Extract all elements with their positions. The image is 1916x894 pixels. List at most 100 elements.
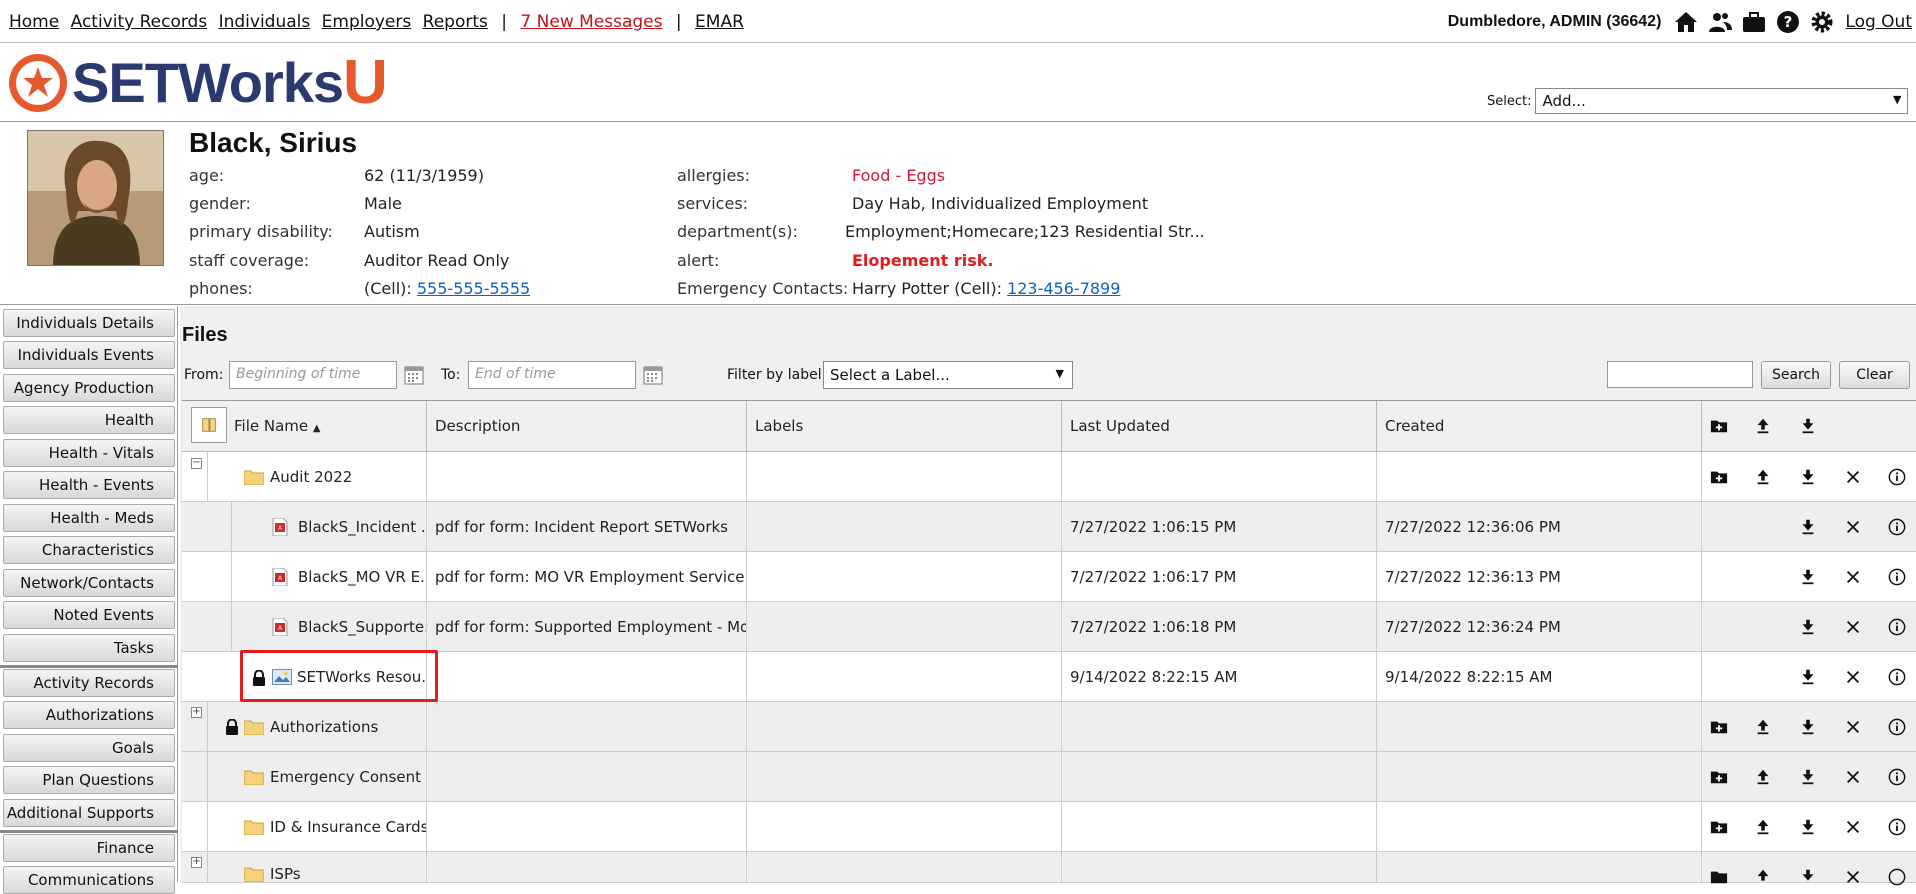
- column-header-labels[interactable]: Labels: [746, 401, 1061, 452]
- delete-icon[interactable]: [1842, 516, 1864, 538]
- delete-icon[interactable]: [1842, 716, 1864, 738]
- logout-link[interactable]: Log Out: [1845, 12, 1912, 32]
- nav-employers-link[interactable]: Employers: [322, 12, 412, 32]
- download-icon[interactable]: [1797, 566, 1819, 588]
- expand-icon[interactable]: +: [191, 857, 202, 868]
- add-folder-icon[interactable]: [1708, 866, 1730, 888]
- expand-icon[interactable]: +: [191, 707, 202, 718]
- upload-icon[interactable]: [1752, 716, 1774, 738]
- collapse-icon[interactable]: −: [191, 458, 202, 469]
- briefcase-icon[interactable]: [1740, 8, 1768, 36]
- delete-icon[interactable]: [1842, 766, 1864, 788]
- sidebar-item-plan-questions[interactable]: Plan Questions: [3, 766, 175, 794]
- info-icon[interactable]: [1886, 766, 1908, 788]
- label-filter-dropdown[interactable]: Select a Label... ▼: [823, 361, 1073, 389]
- sidebar-item-characteristics[interactable]: Characteristics: [3, 536, 175, 564]
- help-icon[interactable]: ?: [1774, 8, 1802, 36]
- from-date-input[interactable]: Beginning of time: [229, 361, 397, 389]
- info-icon[interactable]: [1886, 716, 1908, 738]
- file-name-cell[interactable]: Emergency Consent ...: [207, 752, 426, 802]
- home-icon[interactable]: [1672, 8, 1700, 36]
- info-icon[interactable]: [1886, 616, 1908, 638]
- to-date-input[interactable]: End of time: [468, 361, 636, 389]
- download-icon[interactable]: [1797, 666, 1819, 688]
- info-icon[interactable]: [1886, 516, 1908, 538]
- sidebar-item-agency-production[interactable]: Agency Production: [3, 374, 175, 402]
- column-header-created[interactable]: Created: [1376, 401, 1701, 452]
- sidebar-item-tasks[interactable]: Tasks: [3, 634, 175, 662]
- upload-icon[interactable]: [1752, 415, 1774, 437]
- search-input[interactable]: [1607, 361, 1753, 388]
- add-folder-icon[interactable]: [1708, 816, 1730, 838]
- table-row[interactable]: Emergency Consent ...: [182, 752, 1916, 802]
- add-select-dropdown[interactable]: Add... ▼: [1535, 88, 1909, 114]
- add-folder-icon[interactable]: [1708, 716, 1730, 738]
- phone-link[interactable]: 555-555-5555: [417, 279, 530, 298]
- file-name-cell[interactable]: BlackS_MO VR E...: [231, 552, 426, 602]
- download-icon[interactable]: [1797, 816, 1819, 838]
- delete-icon[interactable]: [1842, 866, 1864, 888]
- info-icon[interactable]: [1886, 566, 1908, 588]
- sidebar-item-communications[interactable]: Communications: [3, 866, 175, 894]
- sidebar-item-health-events[interactable]: Health - Events: [3, 471, 175, 499]
- info-icon[interactable]: [1886, 466, 1908, 488]
- sidebar-item-individuals-details[interactable]: Individuals Details: [3, 309, 175, 337]
- delete-icon[interactable]: [1842, 466, 1864, 488]
- sidebar-item-individuals-events[interactable]: Individuals Events: [3, 341, 175, 369]
- sidebar-item-health-vitals[interactable]: Health - Vitals: [3, 439, 175, 467]
- sidebar-item-authorizations[interactable]: Authorizations: [3, 701, 175, 729]
- table-row[interactable]: SETWorks Resou... 9/14/2022 8:22:15 AM 9…: [182, 652, 1916, 702]
- info-icon[interactable]: [1886, 866, 1908, 888]
- upload-icon[interactable]: [1752, 766, 1774, 788]
- info-icon[interactable]: [1886, 816, 1908, 838]
- delete-icon[interactable]: [1842, 666, 1864, 688]
- nav-emar-link[interactable]: EMAR: [695, 12, 744, 32]
- file-name-cell[interactable]: BlackS_Supporte...: [231, 602, 426, 652]
- file-name-cell[interactable]: ID & Insurance Cards: [207, 802, 426, 852]
- download-icon[interactable]: [1797, 616, 1819, 638]
- nav-reports-link[interactable]: Reports: [423, 12, 488, 32]
- column-header-file-name[interactable]: File Name ▲: [182, 401, 426, 452]
- file-name-cell[interactable]: Audit 2022: [207, 452, 426, 502]
- calendar-icon[interactable]: [643, 365, 663, 385]
- nav-home-link[interactable]: Home: [9, 12, 59, 32]
- upload-icon[interactable]: [1752, 816, 1774, 838]
- delete-icon[interactable]: [1842, 816, 1864, 838]
- table-row[interactable]: + Authorizations: [182, 702, 1916, 752]
- add-folder-icon[interactable]: [1708, 466, 1730, 488]
- add-folder-icon[interactable]: [1708, 415, 1730, 437]
- table-row[interactable]: − Audit 2022: [182, 452, 1916, 502]
- search-button[interactable]: Search: [1761, 361, 1831, 389]
- download-icon[interactable]: [1797, 766, 1819, 788]
- table-row[interactable]: A BlackS_Supporte... pdf for form: Suppo…: [182, 602, 1916, 652]
- table-row[interactable]: A BlackS_Incident ... pdf for form: Inci…: [182, 502, 1916, 552]
- emergency-contact-phone-link[interactable]: 123-456-7899: [1007, 279, 1120, 298]
- info-icon[interactable]: [1886, 666, 1908, 688]
- download-icon[interactable]: [1797, 415, 1819, 437]
- file-name-cell[interactable]: Authorizations: [207, 702, 426, 752]
- table-row[interactable]: + ISPs: [182, 852, 1916, 886]
- sidebar-item-finance[interactable]: Finance: [3, 834, 175, 862]
- sidebar-item-health-meds[interactable]: Health - Meds: [3, 504, 175, 532]
- column-header-description[interactable]: Description: [426, 401, 746, 452]
- clear-button[interactable]: Clear: [1839, 361, 1910, 389]
- download-icon[interactable]: [1797, 466, 1819, 488]
- new-messages-link[interactable]: 7 New Messages: [520, 12, 662, 32]
- file-name-cell[interactable]: ISPs: [207, 852, 426, 883]
- add-folder-icon[interactable]: [1708, 766, 1730, 788]
- users-icon[interactable]: [1706, 8, 1734, 36]
- gear-icon[interactable]: [1808, 8, 1836, 36]
- column-header-last-updated[interactable]: Last Updated: [1061, 401, 1376, 452]
- sidebar-item-health[interactable]: Health: [3, 406, 175, 434]
- table-row[interactable]: ID & Insurance Cards: [182, 802, 1916, 852]
- sidebar-item-activity-records[interactable]: Activity Records: [3, 669, 175, 697]
- calendar-icon[interactable]: [404, 365, 424, 385]
- nav-activity-records-link[interactable]: Activity Records: [71, 12, 208, 32]
- sidebar-item-network-contacts[interactable]: Network/Contacts: [3, 569, 175, 597]
- sidebar-item-goals[interactable]: Goals: [3, 734, 175, 762]
- upload-icon[interactable]: [1752, 866, 1774, 888]
- delete-icon[interactable]: [1842, 566, 1864, 588]
- sidebar-item-additional-supports[interactable]: Additional Supports: [3, 799, 175, 827]
- upload-icon[interactable]: [1752, 466, 1774, 488]
- sidebar-item-noted-events[interactable]: Noted Events: [3, 601, 175, 629]
